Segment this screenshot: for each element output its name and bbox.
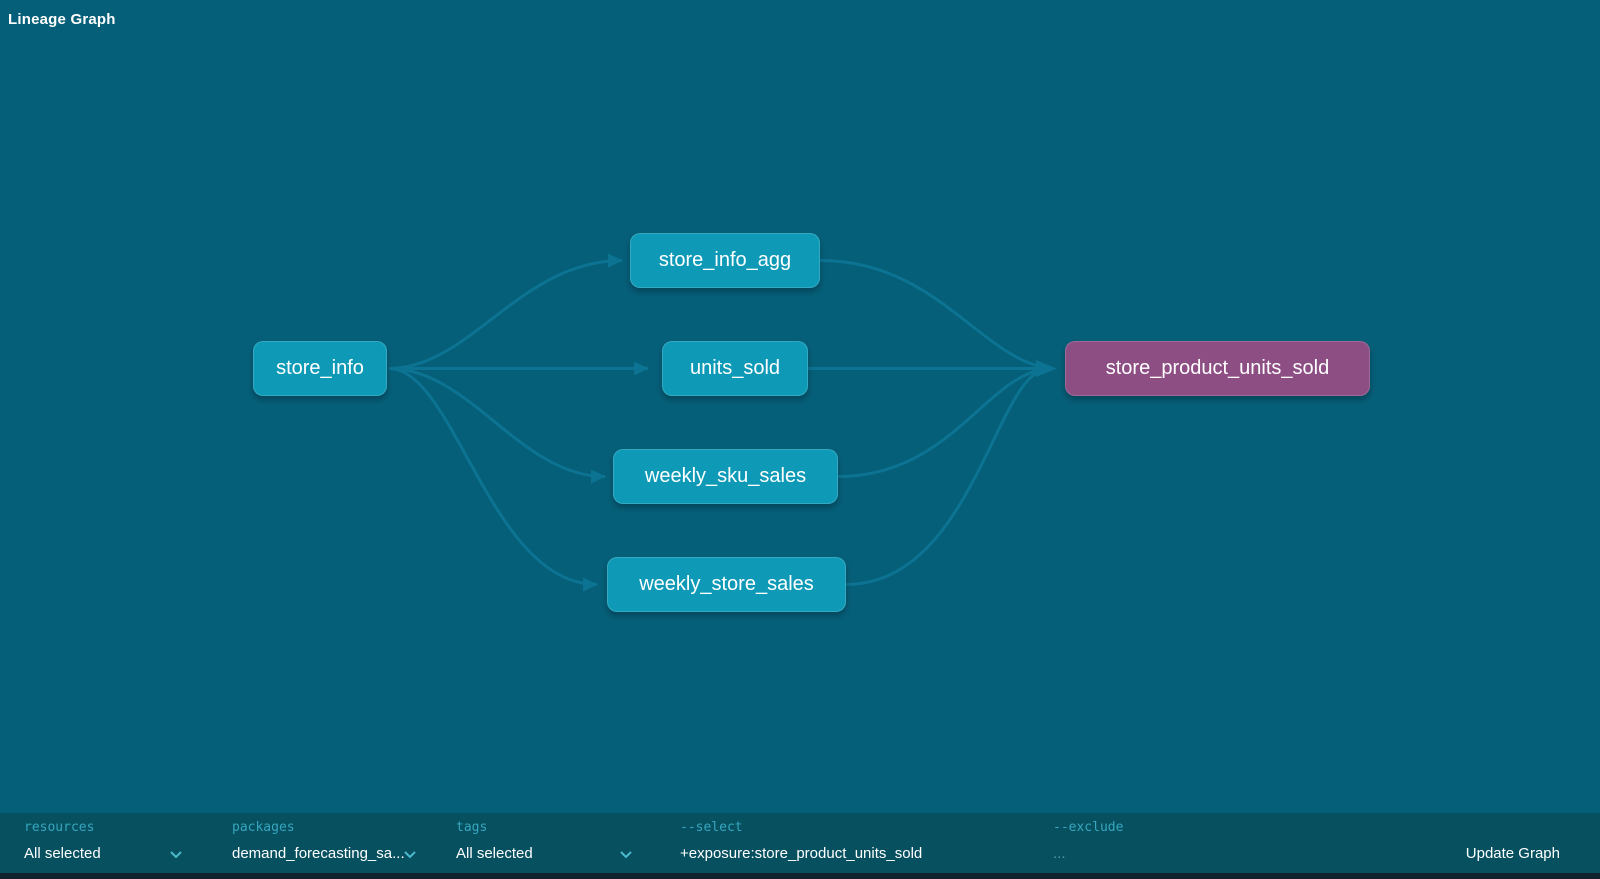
lineage-edges <box>0 0 1600 813</box>
chevron-down-icon <box>170 851 182 859</box>
packages-label: packages <box>232 820 295 835</box>
tags-dropdown[interactable]: tags All selected <box>456 813 636 873</box>
tags-label: tags <box>456 820 487 835</box>
exclude-label: --exclude <box>1053 820 1123 835</box>
graph-node-store_product_units_sold[interactable]: store_product_units_sold <box>1065 341 1370 396</box>
node-label: store_info <box>276 357 364 380</box>
select-field[interactable]: --select +exposure:store_product_units_s… <box>680 813 1040 873</box>
edge-store_info-store_info_agg <box>389 261 622 369</box>
chevron-down-icon <box>620 851 632 859</box>
graph-node-weekly_store_sales[interactable]: weekly_store_sales <box>607 557 846 612</box>
page-title: Lineage Graph <box>8 11 116 28</box>
tags-value: All selected <box>456 845 533 862</box>
node-label: units_sold <box>690 357 780 380</box>
graph-node-units_sold[interactable]: units_sold <box>662 341 808 396</box>
resources-dropdown[interactable]: resources All selected <box>24 813 186 873</box>
node-label: weekly_store_sales <box>639 573 814 596</box>
edge-weekly_sku_sales-store_product_units_sold <box>838 371 1038 477</box>
select-label: --select <box>680 820 743 835</box>
exclude-input[interactable]: ... <box>1053 845 1066 862</box>
node-label: store_info_agg <box>659 249 791 272</box>
edge-arrowhead-store_product_units_sold <box>1036 360 1057 377</box>
resources-value: All selected <box>24 845 101 862</box>
graph-node-weekly_sku_sales[interactable]: weekly_sku_sales <box>613 449 838 504</box>
select-input[interactable]: +exposure:store_product_units_sold <box>680 845 922 862</box>
packages-dropdown[interactable]: packages demand_forecasting_sa... <box>232 813 420 873</box>
node-label: weekly_sku_sales <box>645 465 806 488</box>
graph-node-store_info_agg[interactable]: store_info_agg <box>630 233 820 288</box>
resources-label: resources <box>24 820 94 835</box>
graph-node-store_info[interactable]: store_info <box>253 341 387 396</box>
packages-value: demand_forecasting_sa... <box>232 845 405 862</box>
exclude-field[interactable]: --exclude ... <box>1053 813 1353 873</box>
bottom-strip <box>0 873 1600 879</box>
edge-store_info_agg-store_product_units_sold <box>820 261 1038 367</box>
update-graph-button[interactable]: Update Graph <box>1466 845 1560 862</box>
edge-weekly_store_sales-store_product_units_sold <box>846 372 1038 585</box>
filter-bar: resources All selected packages demand_f… <box>0 813 1600 873</box>
edge-store_info-weekly_store_sales <box>389 369 597 585</box>
node-label: store_product_units_sold <box>1106 357 1329 380</box>
lineage-canvas[interactable]: store_info store_info_agg units_sold wee… <box>0 0 1600 813</box>
chevron-down-icon <box>404 851 416 859</box>
